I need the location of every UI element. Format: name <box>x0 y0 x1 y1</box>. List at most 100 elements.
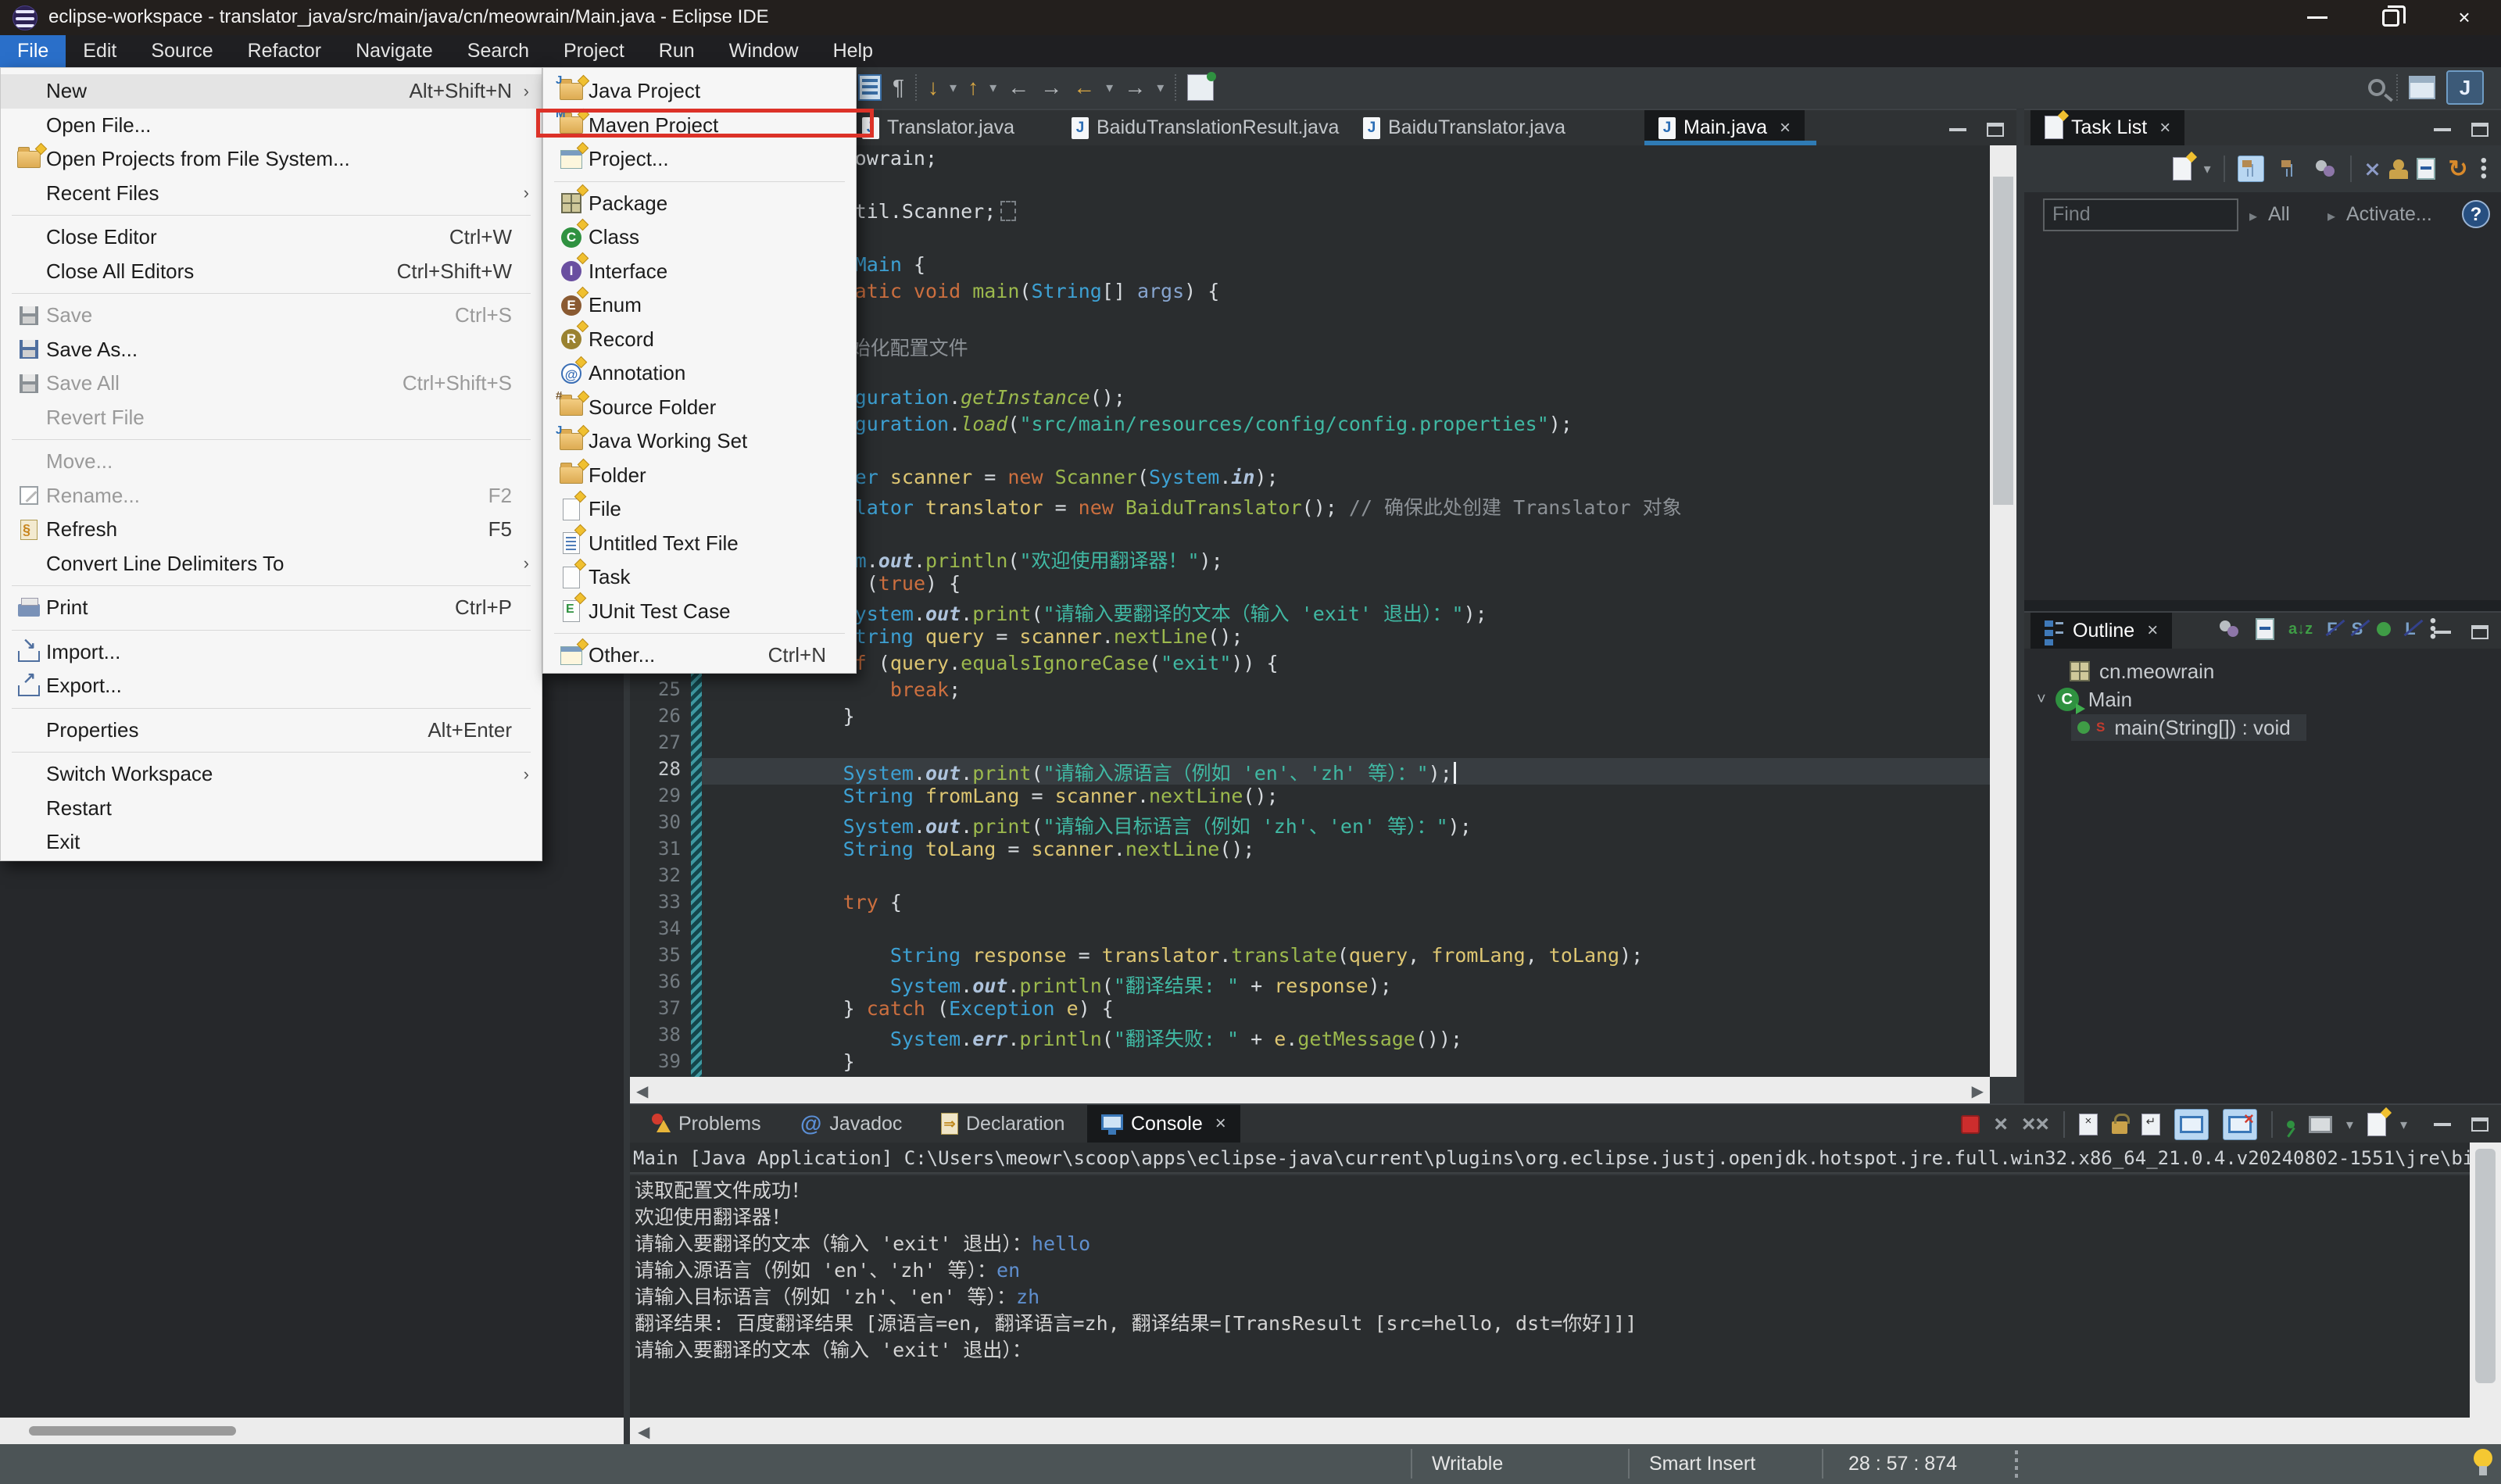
file-menu-item-close-editor[interactable]: Close Editor Ctrl+W <box>1 220 542 255</box>
hide-fields-icon[interactable]: F <box>2327 619 2337 639</box>
tab-translator-java[interactable]: J Translator.java <box>848 110 1029 145</box>
my-tasks-icon[interactable] <box>2389 159 2409 179</box>
minimize-window-button[interactable] <box>2281 0 2354 35</box>
tab-outline[interactable]: Outline × <box>2030 613 2173 649</box>
forward-history-icon[interactable]: → <box>1124 73 1146 102</box>
close-window-button[interactable]: × <box>2428 0 2501 35</box>
show-whitespace-icon[interactable]: ¶ <box>893 73 904 102</box>
menu-file[interactable]: File <box>0 35 66 67</box>
panel-divider[interactable] <box>2024 600 2501 611</box>
console-vscrollbar[interactable] <box>2470 1143 2501 1418</box>
scroll-left-icon[interactable]: ◀ <box>638 1422 649 1442</box>
sort-icon[interactable]: a↓z <box>2288 620 2313 638</box>
back-disabled-icon[interactable]: ← <box>1007 73 1029 102</box>
status-handle[interactable] <box>2015 1450 2018 1479</box>
new-submenu-item-enum[interactable]: E Enum <box>543 288 856 323</box>
new-submenu-item-untitled-text-file[interactable]: Untitled Text File <box>543 527 856 561</box>
hide-completed-icon[interactable]: ⨯ <box>2364 157 2381 181</box>
chevron-down-icon[interactable]: ˅ <box>2037 691 2046 709</box>
menu-run[interactable]: Run <box>642 35 712 67</box>
scroll-right-icon[interactable]: ▶ <box>1972 1082 1984 1101</box>
tab-baidutranslator-java[interactable]: J BaiduTranslator.java <box>1349 110 1580 145</box>
minimize-view-icon[interactable] <box>2434 1123 2451 1126</box>
maximize-view-icon[interactable] <box>2471 1117 2488 1132</box>
forward-history-dropdown-icon[interactable]: ▾ <box>1157 73 1164 102</box>
previous-annotation-dropdown-icon[interactable]: ▾ <box>989 73 996 102</box>
editor-hscrollbar[interactable]: ◀ ▶ <box>630 1077 1990 1103</box>
tab-console[interactable]: Console × <box>1087 1105 1240 1143</box>
back-history-dropdown-icon[interactable]: ▾ <box>1106 73 1113 102</box>
console-output[interactable]: 读取配置文件成功！ 欢迎使用翻译器！ 请输入要翻译的文本（输入 'exit' 退出）… <box>630 1175 2470 1418</box>
pin-console-icon[interactable] <box>2286 1121 2295 1128</box>
file-menu-item-print[interactable]: Print Ctrl+P <box>1 591 542 625</box>
outline-item-package[interactable]: cn.meowrain <box>2070 658 2214 685</box>
restore-window-button[interactable] <box>2354 0 2428 35</box>
file-menu-item-refresh[interactable]: Refresh F5 <box>1 513 542 547</box>
back-history-icon[interactable]: ← <box>1073 73 1095 102</box>
last-edit-location-icon[interactable] <box>1187 72 1217 101</box>
remove-launch-icon[interactable]: × <box>1994 1111 2008 1138</box>
editor-vscrollbar[interactable] <box>1990 145 2016 1077</box>
tab-task-list[interactable]: Task List × <box>2030 110 2185 145</box>
close-view-icon[interactable]: × <box>2159 117 2170 139</box>
new-submenu-item-package[interactable]: Package <box>543 187 856 221</box>
previous-annotation-icon[interactable]: ↑ <box>968 73 979 102</box>
show-on-stdout-icon[interactable] <box>2174 1109 2209 1140</box>
menu-search[interactable]: Search <box>450 35 546 67</box>
open-console-dropdown-icon[interactable]: ▾ <box>2400 1110 2407 1139</box>
help-icon[interactable]: ? <box>2462 200 2490 228</box>
new-submenu-item-java-working-set[interactable]: J Java Working Set <box>543 424 856 459</box>
view-menu-icon[interactable]: • • • <box>2481 152 2487 186</box>
new-submenu-item-task[interactable]: Task <box>543 560 856 595</box>
new-submenu-item-class[interactable]: C Class <box>543 220 856 255</box>
forward-disabled-icon[interactable]: → <box>1040 73 1062 102</box>
tab-javadoc[interactable]: @ Javadoc <box>786 1105 916 1143</box>
next-annotation-dropdown-icon[interactable]: ▾ <box>950 73 957 102</box>
close-view-icon[interactable]: × <box>2147 620 2158 642</box>
new-submenu-item-annotation[interactable]: @ Annotation <box>543 356 856 391</box>
minimize-view-icon[interactable] <box>2434 631 2451 634</box>
file-menu-item-new[interactable]: New Alt+Shift+N › <box>1 74 542 109</box>
clear-console-icon[interactable]: × <box>2078 1114 2098 1135</box>
display-console-dropdown-icon[interactable]: ▾ <box>2346 1110 2353 1139</box>
file-menu-item-export[interactable]: Export... <box>1 668 542 703</box>
focus-on-workweek-icon[interactable] <box>2315 160 2338 177</box>
open-type-icon[interactable] <box>858 74 882 101</box>
scroll-lock-icon[interactable] <box>2111 1114 2130 1134</box>
terminate-icon[interactable] <box>1961 1115 1980 1134</box>
menu-navigate[interactable]: Navigate <box>338 35 450 67</box>
remove-all-launches-icon[interactable]: ×× <box>2022 1111 2049 1138</box>
open-perspective-icon[interactable] <box>2409 76 2435 99</box>
java-perspective-button[interactable]: J <box>2446 70 2484 105</box>
menu-edit[interactable]: Edit <box>66 35 134 67</box>
menu-help[interactable]: Help <box>816 35 890 67</box>
menu-source[interactable]: Source <box>134 35 230 67</box>
categorized-view-icon[interactable] <box>2237 156 2264 182</box>
menu-refactor[interactable]: Refactor <box>231 35 338 67</box>
console-hscrollbar[interactable]: ◀ <box>630 1418 2501 1444</box>
file-menu-item-exit[interactable]: Exit <box>1 825 542 860</box>
new-submenu-item-folder[interactable]: Folder <box>543 459 856 493</box>
next-annotation-icon[interactable]: ↓ <box>928 73 939 102</box>
outline-item-main-class[interactable]: ˅ C Main <box>2037 686 2132 714</box>
scrollbar-thumb[interactable] <box>29 1426 236 1436</box>
maximize-editor-icon[interactable] <box>1987 123 2004 137</box>
new-submenu-item-other[interactable]: Other... Ctrl+N <box>543 638 856 673</box>
minimize-view-icon[interactable] <box>2434 128 2451 131</box>
file-menu-item-switch-workspace[interactable]: Switch Workspace › <box>1 757 542 792</box>
close-view-icon[interactable]: × <box>1215 1113 1226 1135</box>
open-console-icon[interactable] <box>2367 1113 2386 1136</box>
new-submenu-item-record[interactable]: R Record <box>543 323 856 357</box>
focus-icon[interactable] <box>2220 620 2242 638</box>
menu-project[interactable]: Project <box>546 35 642 67</box>
close-tab-icon[interactable]: × <box>1780 117 1791 139</box>
minimize-editor-icon[interactable] <box>1949 128 1966 131</box>
new-submenu-item-file[interactable]: File <box>543 492 856 527</box>
new-submenu-item-junit-test-case[interactable]: JUnit Test Case <box>543 595 856 629</box>
file-menu-item-close-all-editors[interactable]: Close All Editors Ctrl+Shift+W <box>1 255 542 289</box>
outline-item-main-method[interactable]: S main(String[]) : void <box>2071 714 2306 741</box>
tab-baidutranslationresult-java[interactable]: J BaiduTranslationResult.java <box>1057 110 1353 145</box>
display-console-icon[interactable] <box>2308 1116 2332 1133</box>
scroll-left-icon[interactable]: ◀ <box>636 1082 648 1101</box>
new-submenu-item-source-folder[interactable]: # Source Folder <box>543 390 856 425</box>
